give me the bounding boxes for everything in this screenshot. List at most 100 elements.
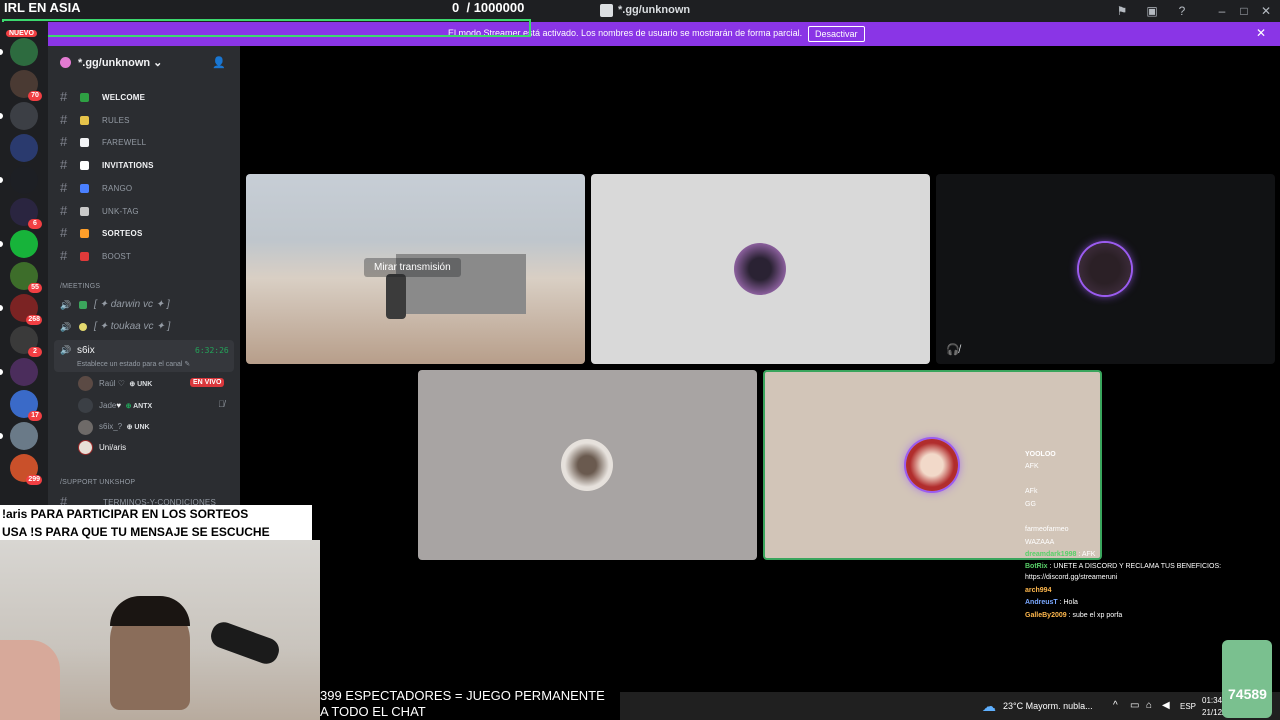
server-icon[interactable] bbox=[10, 230, 38, 258]
member-raul[interactable]: Raúl ♡ ⊕ UNK bbox=[99, 379, 152, 388]
channel-welcome[interactable]: WELCOME bbox=[102, 93, 145, 102]
member-name: s6ix_? bbox=[99, 422, 123, 431]
vc-emoji bbox=[79, 323, 87, 331]
category-meetings[interactable]: /MEETINGS bbox=[60, 283, 100, 290]
channel-emoji bbox=[80, 183, 89, 193]
inbox-icon[interactable]: ⚑ bbox=[1114, 3, 1130, 19]
channel-emoji bbox=[80, 251, 89, 261]
channel-unk-tag[interactable]: UNK-TAG bbox=[102, 207, 139, 216]
channel-status[interactable]: Establece un estado para el canal ✎ bbox=[77, 360, 190, 368]
maximize-icon[interactable]: □ bbox=[1236, 3, 1252, 19]
clock-time[interactable]: 01:34 bbox=[1202, 696, 1222, 705]
chat-text: farmeofarmeo bbox=[1025, 526, 1069, 533]
tray-app-icon[interactable]: ▭ bbox=[1130, 700, 1139, 711]
channel-invitations[interactable]: INVITATIONS bbox=[102, 161, 154, 170]
channel-emoji bbox=[80, 138, 89, 148]
avatar bbox=[78, 376, 93, 391]
overlay-counter-graphic bbox=[1222, 640, 1272, 718]
chat-username: AndreusT bbox=[1025, 599, 1058, 606]
deactivate-button[interactable]: Desactivar bbox=[808, 26, 865, 42]
channel-rules[interactable]: RULES bbox=[102, 116, 130, 125]
member-tag: ⊕ ANTX bbox=[125, 403, 153, 410]
mic-muted-icon: 🎙̸ bbox=[218, 399, 225, 409]
clock-date[interactable]: 21/12/ bbox=[1202, 708, 1224, 717]
screen-share-icon[interactable]: ▣ bbox=[1144, 3, 1160, 19]
server-icon[interactable]: 2 bbox=[10, 326, 42, 357]
member-name: Raúl bbox=[99, 379, 116, 388]
overlay-ticker-1: !aris PARA PARTICIPAR EN LOS SORTEOS bbox=[0, 505, 312, 523]
server-icon[interactable] bbox=[10, 166, 38, 194]
weather-icon[interactable]: ☁ bbox=[982, 698, 996, 715]
unread-badge: 6 bbox=[28, 219, 42, 229]
channel-rango[interactable]: RANGO bbox=[102, 184, 132, 193]
live-badge: EN VIVO bbox=[190, 378, 225, 387]
weather-text[interactable]: 23°C Mayorm. nubla... bbox=[1003, 701, 1093, 711]
channel-farewell[interactable]: FAREWELL bbox=[102, 138, 146, 147]
game-character bbox=[386, 274, 406, 319]
new-badge: NUEVO bbox=[6, 30, 37, 37]
chat-text: : AFK bbox=[1076, 551, 1096, 558]
server-icon[interactable]: 55 bbox=[10, 262, 42, 293]
participant-avatar bbox=[561, 439, 613, 491]
network-icon[interactable]: ⌂ bbox=[1146, 700, 1152, 711]
chat-message: https://discord.gg/streameruni bbox=[1025, 574, 1117, 581]
chat-text: AFK bbox=[1025, 463, 1039, 470]
server-icon[interactable]: 268 bbox=[10, 294, 42, 325]
participant-tile-4[interactable] bbox=[418, 370, 757, 560]
close-banner-icon[interactable]: ✕ bbox=[1256, 26, 1266, 40]
voice-channel-darwin[interactable]: [ ✦ darwin vc ✦ ] bbox=[94, 299, 170, 310]
hash-icon: # bbox=[60, 134, 68, 150]
volume-icon[interactable]: ◀ bbox=[1162, 700, 1170, 711]
server-icon[interactable]: 17 bbox=[10, 390, 42, 421]
chat-text: WAZAAA bbox=[1025, 539, 1055, 546]
invite-people-icon[interactable]: 👤 bbox=[212, 56, 226, 69]
server-icon[interactable]: 70 bbox=[10, 70, 42, 101]
pencil-icon: ✎ bbox=[184, 361, 191, 368]
server-icon[interactable] bbox=[10, 134, 38, 162]
server-name[interactable]: *.gg/unknown ⌄ bbox=[78, 56, 162, 69]
member-uni-aris[interactable]: Uni/aris bbox=[99, 443, 126, 452]
server-icon[interactable] bbox=[10, 102, 38, 130]
participant-tile-3[interactable] bbox=[936, 174, 1275, 364]
chat-message: AFK bbox=[1025, 463, 1039, 470]
server-icon[interactable] bbox=[10, 38, 38, 66]
close-window-icon[interactable]: ✕ bbox=[1258, 3, 1274, 19]
member-s6ix[interactable]: s6ix_? ⊕ UNK bbox=[99, 422, 150, 431]
avatar bbox=[78, 440, 93, 455]
chat-message: WAZAAA bbox=[1025, 539, 1054, 546]
watch-stream-button[interactable]: Mirar transmisión bbox=[364, 258, 461, 277]
language-indicator[interactable]: ESP bbox=[1180, 702, 1196, 711]
unread-badge: 268 bbox=[26, 315, 42, 325]
chat-message: AndreusT : Hola bbox=[1025, 599, 1078, 606]
help-icon[interactable]: ? bbox=[1174, 3, 1190, 19]
chat-username: YOOLOO bbox=[1025, 451, 1056, 458]
app-icon bbox=[600, 4, 613, 17]
category-support[interactable]: /SUPPORT UNKSHOP bbox=[60, 479, 135, 486]
overlay-counter: 74589 bbox=[1228, 686, 1267, 702]
server-icon[interactable] bbox=[10, 358, 38, 386]
participant-tile-2[interactable] bbox=[591, 174, 930, 364]
chat-message: farmeofarmeo bbox=[1025, 526, 1069, 533]
avatar bbox=[78, 420, 93, 435]
participant-avatar bbox=[734, 243, 786, 295]
member-jade[interactable]: Jade♥ ⊕ ANTX bbox=[99, 401, 152, 410]
chevron-up-icon[interactable]: ^ bbox=[1113, 700, 1118, 711]
server-icon[interactable]: 6 bbox=[10, 198, 42, 229]
chat-text: GG bbox=[1025, 501, 1036, 508]
channel-boost[interactable]: BOOST bbox=[102, 252, 131, 261]
server-icon[interactable] bbox=[10, 422, 38, 450]
overlay-goal: 0 / 1000000 bbox=[452, 0, 524, 15]
member-tag: ⊕ UNK bbox=[129, 381, 153, 388]
chat-username: GalleBy2009 bbox=[1025, 612, 1067, 619]
server-name-text: *.gg/unknown bbox=[78, 57, 151, 69]
voice-timer: 6:32:26 bbox=[195, 346, 229, 355]
hash-icon: # bbox=[60, 157, 68, 173]
server-icon[interactable]: 299 bbox=[10, 454, 42, 485]
member-tag: ⊕ UNK bbox=[126, 424, 150, 431]
chat-username: dreamdark1998 bbox=[1025, 551, 1077, 558]
channel-sorteos[interactable]: SORTEOS bbox=[102, 229, 143, 238]
voice-channel-toukaa[interactable]: [ ✦ toukaa vc ✦ ] bbox=[94, 321, 170, 332]
minimize-icon[interactable]: – bbox=[1214, 3, 1230, 19]
member-name: Jade bbox=[99, 401, 117, 410]
member-tag-text: ANTX bbox=[133, 403, 153, 410]
